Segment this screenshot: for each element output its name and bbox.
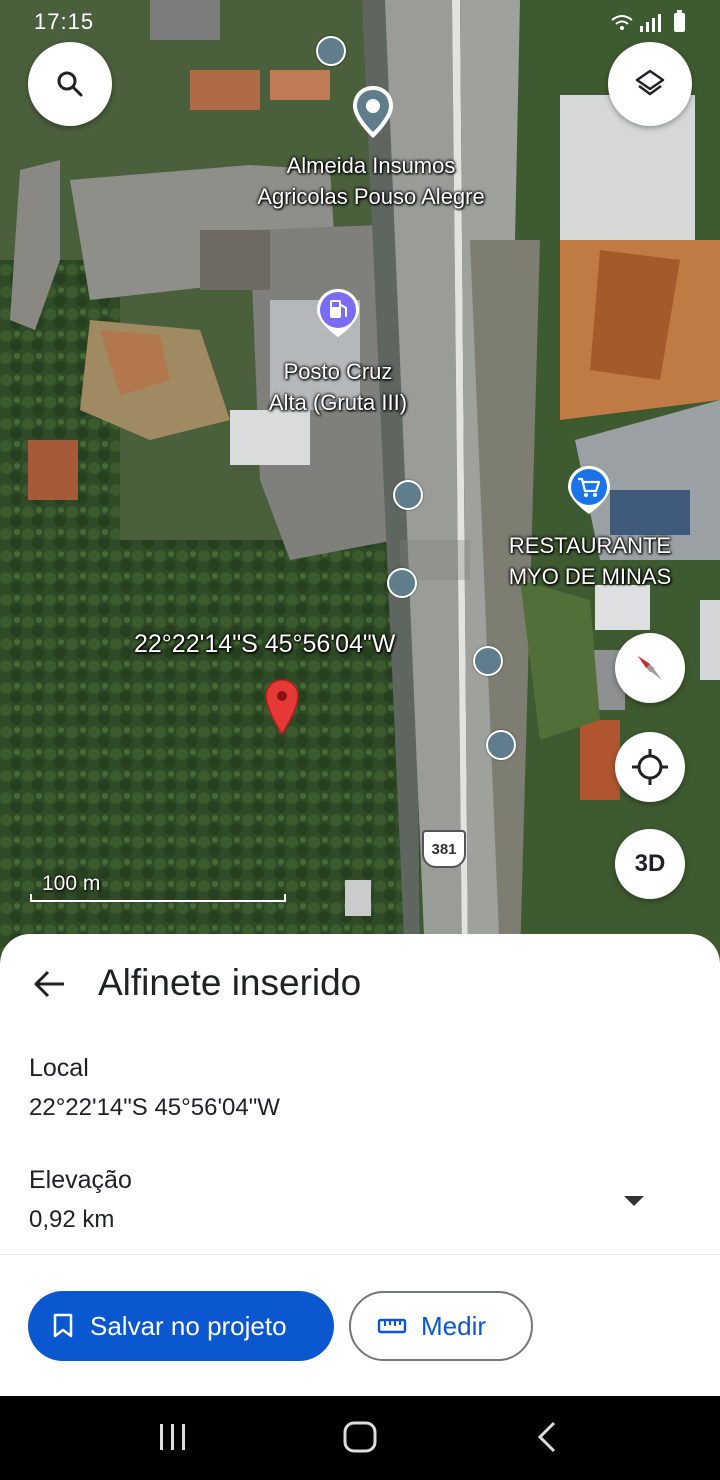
- divider: [0, 1254, 720, 1255]
- expand-caret-icon[interactable]: [624, 1196, 644, 1206]
- system-nav-bar: [0, 1396, 720, 1480]
- status-time: 17:15: [34, 9, 95, 34]
- layers-icon: [635, 69, 665, 96]
- save-button-label: Salvar no projeto: [90, 1310, 287, 1341]
- place-label-restaurante[interactable]: RESTAURANTE MYO DE MINAS: [490, 530, 690, 592]
- pin-coordinates-label: 22°22'14"S 45°56'04"W: [134, 630, 396, 658]
- satellite-imagery: [0, 0, 720, 960]
- my-location-button[interactable]: [615, 732, 685, 802]
- save-to-project-button[interactable]: Salvar no projeto: [28, 1291, 334, 1361]
- place-label-line: RESTAURANTE: [508, 533, 672, 558]
- status-icons: [611, 10, 685, 32]
- bus-stop-icon[interactable]: [486, 730, 516, 760]
- bus-stop-icon[interactable]: [473, 646, 503, 676]
- bus-stop-icon[interactable]: [393, 480, 423, 510]
- compass-button[interactable]: [615, 633, 685, 703]
- recent-apps-icon[interactable]: [156, 1422, 190, 1452]
- place-label-line: Posto Cruz: [283, 359, 393, 384]
- place-label-line: Agricolas Pouso Alegre: [257, 184, 485, 209]
- place-label-line: Alta (Gruta III): [268, 390, 408, 415]
- shopping-cart-icon[interactable]: [566, 464, 612, 516]
- scale-bar: 100 m: [30, 872, 288, 902]
- dropped-pin-icon[interactable]: [264, 678, 300, 736]
- elevation-label: Elevação: [29, 1166, 132, 1194]
- route-shield: 381: [422, 830, 466, 868]
- status-bar: 17:15: [0, 0, 720, 44]
- place-label-posto[interactable]: Posto Cruz Alta (Gruta III): [228, 356, 448, 418]
- back-arrow-icon[interactable]: [30, 964, 70, 1004]
- ruler-icon: [377, 1318, 407, 1334]
- gas-station-icon[interactable]: [315, 287, 361, 339]
- map-view[interactable]: 17:15 Almeida Insumos Agricolas Pouso Al…: [0, 0, 720, 960]
- place-label-line: MYO DE MINAS: [508, 564, 672, 589]
- sheet-title: Alfinete inserido: [98, 962, 362, 1003]
- place-label-almeida[interactable]: Almeida Insumos Agricolas Pouso Alegre: [236, 150, 506, 212]
- place-label-line: Almeida Insumos: [286, 153, 456, 178]
- bus-stop-icon[interactable]: [316, 36, 346, 66]
- scale-bar-line: [30, 894, 286, 902]
- measure-button[interactable]: Medir: [349, 1291, 533, 1361]
- measure-button-label: Medir: [421, 1310, 487, 1341]
- 3d-button[interactable]: 3D: [615, 829, 685, 899]
- place-pin-icon[interactable]: [350, 84, 396, 140]
- compass-icon: [638, 656, 662, 680]
- location-label: Local: [29, 1054, 89, 1082]
- dropped-pin-sheet: Alfinete inserido Local 22°22'14"S 45°56…: [0, 934, 720, 1396]
- bookmark-icon: [53, 1313, 73, 1338]
- layers-button[interactable]: [608, 42, 692, 126]
- search-icon: [57, 71, 83, 97]
- my-location-icon: [632, 749, 668, 785]
- bus-stop-icon[interactable]: [387, 568, 417, 598]
- scale-label: 100 m: [42, 872, 101, 895]
- elevation-value: 0,92 km: [29, 1206, 115, 1233]
- search-button[interactable]: [28, 42, 112, 126]
- location-value[interactable]: 22°22'14"S 45°56'04"W: [29, 1094, 280, 1122]
- home-icon[interactable]: [342, 1420, 378, 1454]
- back-nav-icon[interactable]: [534, 1420, 560, 1454]
